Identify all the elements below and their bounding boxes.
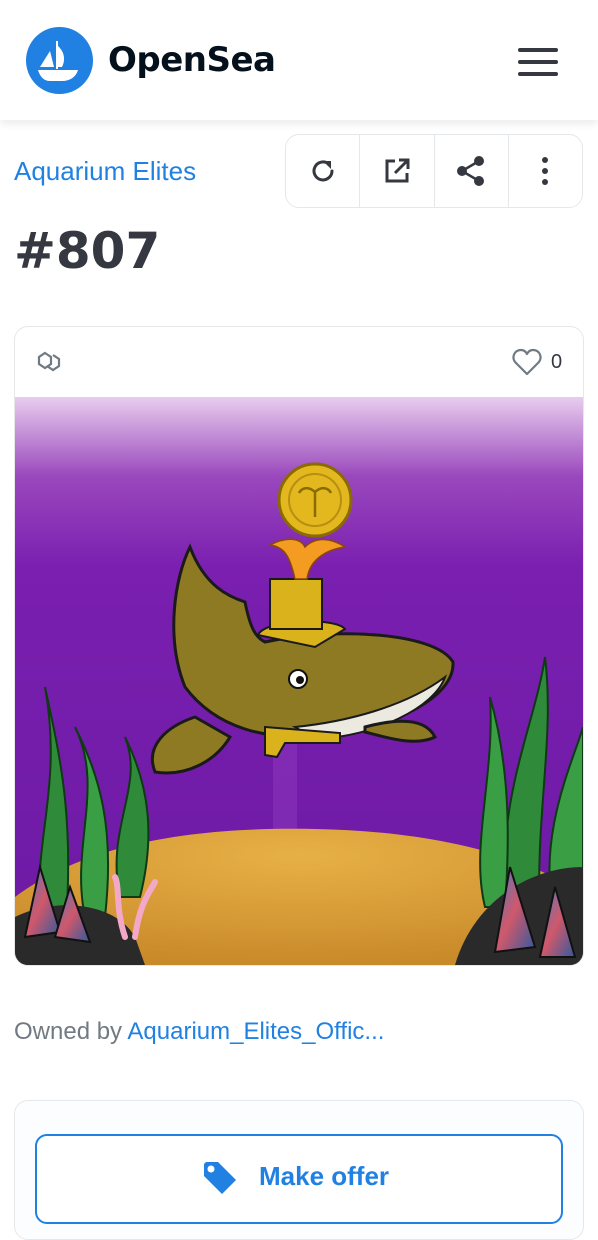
opensea-logo-icon[interactable] [26, 27, 93, 94]
hamburger-menu-icon[interactable] [510, 42, 566, 82]
more-options-button[interactable] [509, 135, 582, 207]
more-vertical-icon [542, 157, 549, 185]
favorite-count: 0 [551, 351, 563, 373]
item-title: #807 [14, 222, 161, 280]
share-button[interactable] [435, 135, 509, 207]
open-external-button[interactable] [360, 135, 435, 207]
make-offer-label: Make offer [259, 1161, 390, 1191]
collection-link[interactable]: Aquarium Elites [14, 156, 196, 187]
heart-icon[interactable] [511, 347, 543, 377]
owned-by-label: Owned by [14, 1018, 123, 1045]
top-nav-bar: OpenSea [0, 0, 598, 120]
owner-link[interactable]: Aquarium_Elites_Offic... [127, 1018, 384, 1045]
owner-line: Owned by Aquarium_Elites_Offic... [14, 1018, 384, 1046]
polygon-chain-icon[interactable] [35, 347, 63, 375]
make-offer-button[interactable]: Make offer [35, 1134, 563, 1224]
external-link-icon [385, 158, 410, 183]
brand-name[interactable]: OpenSea [108, 40, 276, 80]
asset-action-toolbar [285, 134, 583, 208]
refresh-button[interactable] [286, 135, 361, 207]
nft-artwork-image[interactable] [15, 397, 583, 965]
price-tag-icon [204, 1162, 236, 1194]
share-icon [457, 156, 485, 186]
offer-panel: Make offer [14, 1100, 584, 1240]
card-header: 0 [15, 327, 583, 397]
asset-image-card: 0 [14, 326, 584, 966]
refresh-icon [312, 160, 334, 182]
